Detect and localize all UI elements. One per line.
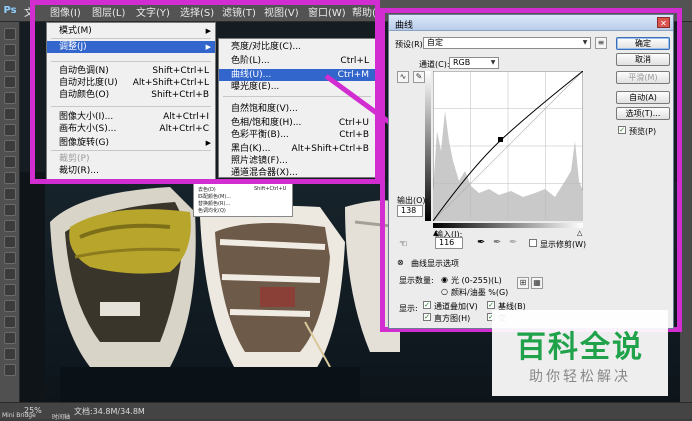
tools-panel: [0, 22, 20, 402]
preset-select[interactable]: 自定 ▼: [423, 37, 591, 49]
tool-icon[interactable]: [4, 332, 16, 344]
watermark: 百科全说 助你轻松解决: [492, 310, 668, 396]
show-option-checkbox[interactable]: ✓: [423, 301, 431, 309]
status-bar: 25% 文档:34.8M/34.8M Mini Bridge 时间轴: [0, 402, 692, 421]
curve-options-label: 曲线显示选项: [411, 259, 459, 268]
tool-icon[interactable]: [4, 364, 16, 376]
tool-icon[interactable]: [4, 92, 16, 104]
mini-menu-item: 替换颜色(R)...: [198, 201, 231, 207]
tool-icon[interactable]: [4, 28, 16, 40]
grid-simple-icon[interactable]: ⊞: [517, 277, 529, 289]
tool-icon[interactable]: [4, 60, 16, 72]
white-slider-icon[interactable]: △: [577, 229, 582, 237]
gray-eyedropper-icon[interactable]: ✒: [493, 237, 501, 248]
watermark-title: 百科全说: [516, 330, 644, 365]
tool-icon[interactable]: [4, 108, 16, 120]
tool-icon[interactable]: [4, 268, 16, 280]
show-clipping-label: 显示修剪(W): [540, 240, 587, 249]
photoshop-logo: Ps: [3, 5, 17, 16]
tool-icon[interactable]: [4, 76, 16, 88]
black-eyedropper-icon[interactable]: ✒: [477, 237, 485, 248]
dialog-titlebar[interactable]: 曲线 ✕: [389, 15, 673, 31]
target-adjust-icon[interactable]: ☜: [399, 239, 408, 250]
dialog-title: 曲线: [395, 21, 414, 31]
input-gradient-bar: [433, 223, 583, 228]
tool-icon[interactable]: [4, 316, 16, 328]
close-icon[interactable]: ✕: [657, 17, 670, 28]
light-radio-icon[interactable]: ◉: [441, 275, 448, 284]
output-field[interactable]: 138: [397, 205, 423, 217]
channel-label: 通道(C):: [419, 60, 450, 69]
chevron-down-icon: ▼: [490, 59, 496, 66]
tool-icon[interactable]: [4, 140, 16, 152]
tool-icon[interactable]: [4, 236, 16, 248]
preset-label: 预设(R):: [395, 40, 426, 49]
tool-icon[interactable]: [4, 300, 16, 312]
channel-select[interactable]: RGB ▼: [449, 57, 499, 69]
tool-icon[interactable]: [4, 172, 16, 184]
auto-button[interactable]: 自动(A): [616, 91, 670, 104]
preset-value: 自定: [427, 38, 443, 47]
tool-icon[interactable]: [4, 284, 16, 296]
preset-options-icon[interactable]: ≡: [595, 37, 607, 49]
show-option-label: 直方图(H): [434, 314, 471, 323]
show-clipping-checkbox[interactable]: [529, 239, 537, 247]
preview-checkbox[interactable]: ✓: [618, 126, 626, 134]
tool-icon[interactable]: [4, 188, 16, 200]
white-eyedropper-icon[interactable]: ✒: [509, 237, 517, 248]
pigment-radio-icon[interactable]: ○: [441, 287, 448, 296]
show-label: 显示:: [399, 304, 418, 313]
light-option-label: 光 (0-255)(L): [451, 276, 502, 285]
watermark-subtitle: 助你轻松解决: [529, 369, 631, 385]
mini-menu-item: 去色(D): [198, 187, 216, 193]
channel-value: RGB: [453, 58, 471, 67]
curve-point-tool-icon[interactable]: ∿: [397, 71, 409, 83]
tool-icon[interactable]: [4, 348, 16, 360]
curve-graph[interactable]: [433, 71, 583, 221]
pigment-option-label: 颜料/油墨 %(G): [451, 288, 509, 297]
smooth-button[interactable]: 平滑(M): [616, 71, 670, 84]
doc-size: 文档:34.8M/34.8M: [74, 407, 145, 416]
mini-menu-preview: 去色(D) Shift+Ctrl+U 匹配颜色(M)... 替换颜色(R)... 色调均…: [193, 183, 293, 217]
mini-menu-shortcut: Shift+Ctrl+U: [254, 186, 287, 192]
tool-icon[interactable]: [4, 252, 16, 264]
timeline-tab[interactable]: 时间轴: [52, 412, 70, 421]
show-amount-label: 显示数量:: [399, 276, 434, 285]
tool-icon[interactable]: [4, 204, 16, 216]
options-button[interactable]: 选项(T)...: [616, 107, 670, 120]
input-field[interactable]: 116: [435, 237, 463, 249]
tool-icon[interactable]: [4, 220, 16, 232]
tool-icon[interactable]: [4, 124, 16, 136]
tool-icon[interactable]: [4, 44, 16, 56]
preview-label: 预览(P): [629, 127, 657, 136]
pencil-tool-icon[interactable]: ✎: [413, 71, 425, 83]
ok-button[interactable]: 确定: [616, 37, 670, 50]
show-option-label: 通道叠加(V): [434, 302, 478, 311]
mini-menu-item: 匹配颜色(M)...: [198, 194, 231, 200]
show-option-checkbox[interactable]: ✓: [487, 301, 495, 309]
chevron-down-icon: ▼: [582, 39, 588, 46]
grid-detailed-icon[interactable]: ▦: [531, 277, 543, 289]
curves-dialog: 曲线 ✕ 预设(R): 自定 ▼ ≡ 通道(C): RGB ▼ ∿ ✎ ▲ △ …: [388, 14, 674, 329]
mini-bridge-tab[interactable]: Mini Bridge: [2, 412, 36, 419]
mini-menu-item: 色调均化(Q): [198, 208, 226, 214]
tool-icon[interactable]: [4, 156, 16, 168]
show-option-checkbox[interactable]: ✓: [423, 313, 431, 321]
chevron-up-icon[interactable]: ⊗: [397, 258, 404, 267]
cancel-button[interactable]: 取消: [616, 53, 670, 66]
